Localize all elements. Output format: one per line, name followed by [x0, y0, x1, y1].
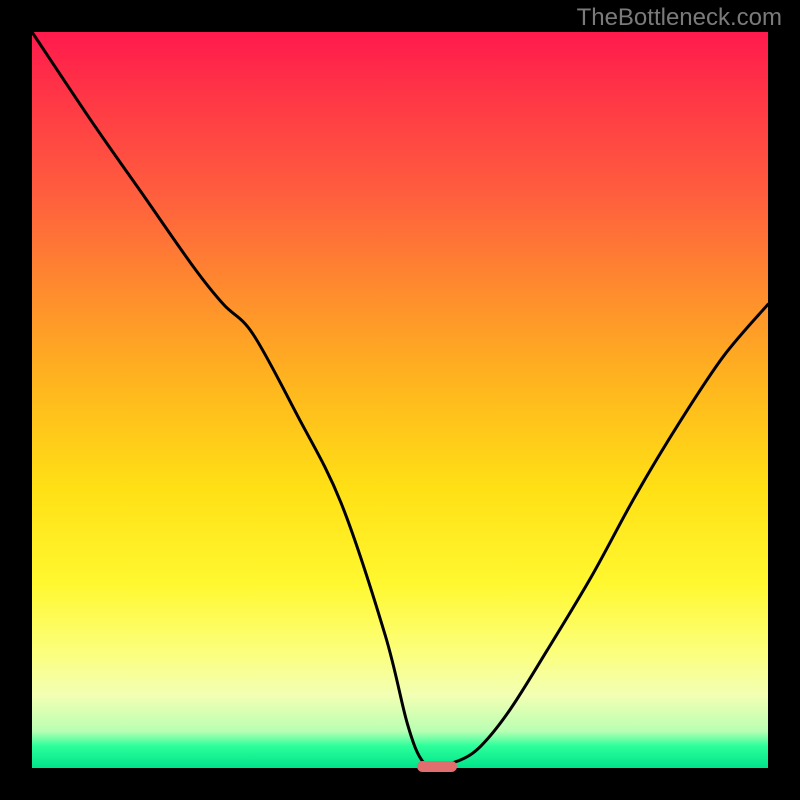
curve-svg [32, 32, 768, 768]
chart-frame: TheBottleneck.com [0, 0, 800, 800]
flat-bottom-marker [417, 761, 457, 771]
plot-area [32, 32, 768, 768]
watermark-text: TheBottleneck.com [577, 4, 782, 32]
bottleneck-curve [32, 32, 768, 765]
